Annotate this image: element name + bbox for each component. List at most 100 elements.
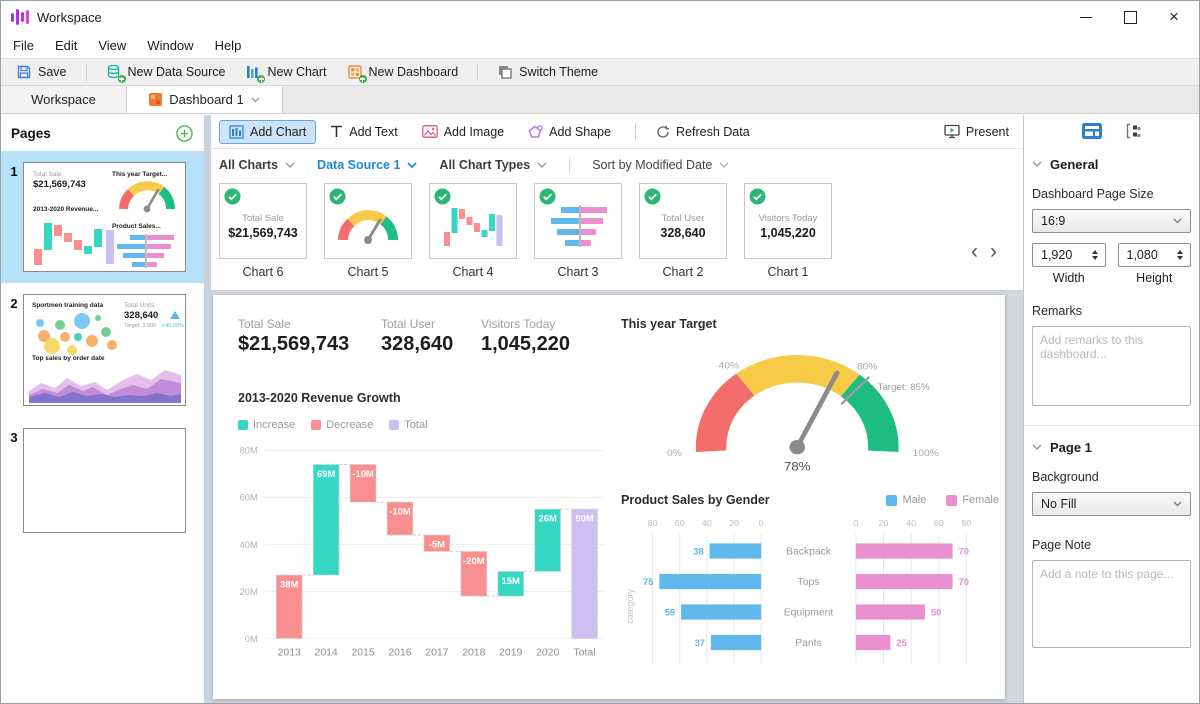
svg-text:2016: 2016 xyxy=(388,648,412,659)
add-shape-button[interactable]: Add Shape xyxy=(518,120,621,144)
chart-card-6[interactable]: Total Sale $21,569,743 xyxy=(219,183,307,259)
remarks-textarea[interactable] xyxy=(1032,326,1191,406)
filter-data-source[interactable]: Data Source 1 xyxy=(317,158,417,172)
general-section-header[interactable]: General xyxy=(1032,157,1191,172)
page-note-textarea[interactable] xyxy=(1032,560,1191,648)
chart-card-name: Chart 4 xyxy=(429,265,517,279)
svg-text:26M: 26M xyxy=(538,514,557,524)
svg-text:80%: 80% xyxy=(857,362,878,372)
width-stepper[interactable] xyxy=(1032,243,1106,267)
refresh-icon xyxy=(656,125,670,139)
mini-area-chart xyxy=(29,365,181,403)
svg-text:-5M: -5M xyxy=(429,540,446,550)
width-input[interactable] xyxy=(1033,248,1090,262)
height-input[interactable] xyxy=(1119,248,1176,262)
width-caption: Width xyxy=(1032,271,1106,285)
background-select[interactable]: No Fill xyxy=(1032,492,1191,516)
svg-text:Total: Total xyxy=(574,648,596,659)
svg-text:Target: 85%: Target: 85% xyxy=(877,383,929,393)
chart-card-1[interactable]: Visitors Today 1,045,220 xyxy=(744,183,832,259)
filter-chart-types[interactable]: All Chart Types xyxy=(439,158,547,172)
new-dashboard-button[interactable]: New Dashboard xyxy=(340,62,466,82)
dashboard-tab-icon xyxy=(149,93,162,106)
add-image-button[interactable]: Add Image xyxy=(412,120,514,144)
check-badge-icon xyxy=(644,188,661,208)
svg-text:Equipment: Equipment xyxy=(784,607,834,618)
add-image-icon xyxy=(422,125,438,138)
height-stepper[interactable] xyxy=(1118,243,1192,267)
legend-decrease: Decrease xyxy=(311,419,373,431)
svg-text:-10M: -10M xyxy=(352,469,374,479)
menu-file[interactable]: File xyxy=(13,38,34,53)
svg-text:2017: 2017 xyxy=(425,648,449,659)
add-chart-button[interactable]: Add Chart xyxy=(219,120,316,144)
present-button[interactable]: Present xyxy=(944,124,1009,139)
gender-sales-widget[interactable]: Product Sales by Gender Male Female 8060… xyxy=(621,493,999,676)
new-data-source-button[interactable]: New Data Source xyxy=(99,62,233,82)
mini-gauge xyxy=(118,180,176,213)
pages-panel: Pages 1 Total Sale $21,569,743 This year… xyxy=(1,115,211,703)
menu-bar: File Edit View Window Help xyxy=(1,33,1199,58)
theme-icon xyxy=(497,64,513,80)
dashboard-toolbar: Add Chart Add Text Add Image Add Shape xyxy=(211,115,1023,149)
check-badge-icon xyxy=(329,188,346,208)
chart-card-name: Chart 6 xyxy=(219,265,307,279)
menu-help[interactable]: Help xyxy=(215,38,242,53)
tab-dropdown-icon[interactable] xyxy=(251,97,260,103)
menu-view[interactable]: View xyxy=(98,38,126,53)
menu-window[interactable]: Window xyxy=(147,38,193,53)
chart-card-5[interactable] xyxy=(324,183,412,259)
gauge-widget[interactable]: This year Target Target: 85%0%40%80%100%… xyxy=(621,317,999,476)
cards-next-icon[interactable]: › xyxy=(990,243,997,261)
svg-text:70: 70 xyxy=(959,577,969,587)
add-text-button[interactable]: Add Text xyxy=(320,120,407,144)
svg-text:25: 25 xyxy=(896,638,906,648)
height-caption: Height xyxy=(1118,271,1192,285)
page-thumbnail-2[interactable]: 2 Sportmen training data Total Units 328… xyxy=(1,283,211,417)
present-icon xyxy=(944,124,960,139)
page-thumbnail-3[interactable]: 3 xyxy=(1,417,211,544)
close-icon[interactable]: × xyxy=(1167,10,1181,24)
page1-section-header[interactable]: Page 1 xyxy=(1032,440,1191,455)
svg-text:69M: 69M xyxy=(317,469,336,479)
layout-view-icon[interactable] xyxy=(1082,123,1102,142)
maximize-icon[interactable] xyxy=(1123,10,1137,24)
mini-butterfly xyxy=(547,204,609,248)
chart-card-3[interactable] xyxy=(534,183,622,259)
svg-text:80M: 80M xyxy=(239,446,257,456)
check-badge-icon xyxy=(749,188,766,208)
page-2-preview: Sportmen training data Total Units 328,6… xyxy=(23,294,186,406)
save-button[interactable]: Save xyxy=(9,62,74,82)
svg-text:Backpack: Backpack xyxy=(786,546,832,557)
svg-text:80: 80 xyxy=(648,518,658,528)
kpi-visitors-today[interactable]: Visitors Today 1,045,220 xyxy=(481,317,570,356)
dashboard-page[interactable]: Total Sale $21,569,743 Total User 328,64… xyxy=(213,295,1005,699)
kpi-total-sale[interactable]: Total Sale $21,569,743 xyxy=(238,317,349,356)
chart-card-name: Chart 1 xyxy=(744,265,832,279)
revenue-growth-widget[interactable]: 2013-2020 Revenue Growth Increase Decrea… xyxy=(238,391,623,676)
minimize-icon[interactable] xyxy=(1079,10,1093,24)
new-chart-button[interactable]: New Chart xyxy=(238,62,333,82)
filter-all-charts[interactable]: All Charts xyxy=(219,158,295,172)
chart-card-2[interactable]: Total User 328,640 xyxy=(639,183,727,259)
menu-edit[interactable]: Edit xyxy=(55,38,77,53)
tab-workspace[interactable]: Workspace xyxy=(1,86,127,113)
title-bar: Workspace × xyxy=(1,1,1199,33)
structure-view-icon[interactable] xyxy=(1126,123,1142,142)
page-thumbnail-1[interactable]: 1 Total Sale $21,569,743 This year Targe… xyxy=(1,151,211,283)
stepper-arrows-icon[interactable] xyxy=(1175,250,1185,260)
chart-card-4[interactable] xyxy=(429,183,517,259)
svg-text:59: 59 xyxy=(665,607,675,617)
svg-text:20M: 20M xyxy=(239,587,257,597)
legend-male: Male xyxy=(886,494,926,506)
refresh-data-button[interactable]: Refresh Data xyxy=(646,120,760,144)
stepper-arrows-icon[interactable] xyxy=(1090,250,1100,260)
cards-prev-icon[interactable]: ‹ xyxy=(971,243,978,261)
switch-theme-button[interactable]: Switch Theme xyxy=(490,62,605,82)
add-page-button[interactable] xyxy=(176,125,193,142)
svg-text:60M: 60M xyxy=(239,493,257,503)
filter-sort[interactable]: Sort by Modified Date xyxy=(592,158,729,172)
page-size-select[interactable]: 16:9 xyxy=(1032,209,1191,233)
tab-dashboard-1[interactable]: Dashboard 1 xyxy=(127,86,283,113)
kpi-total-user[interactable]: Total User 328,640 xyxy=(381,317,453,356)
